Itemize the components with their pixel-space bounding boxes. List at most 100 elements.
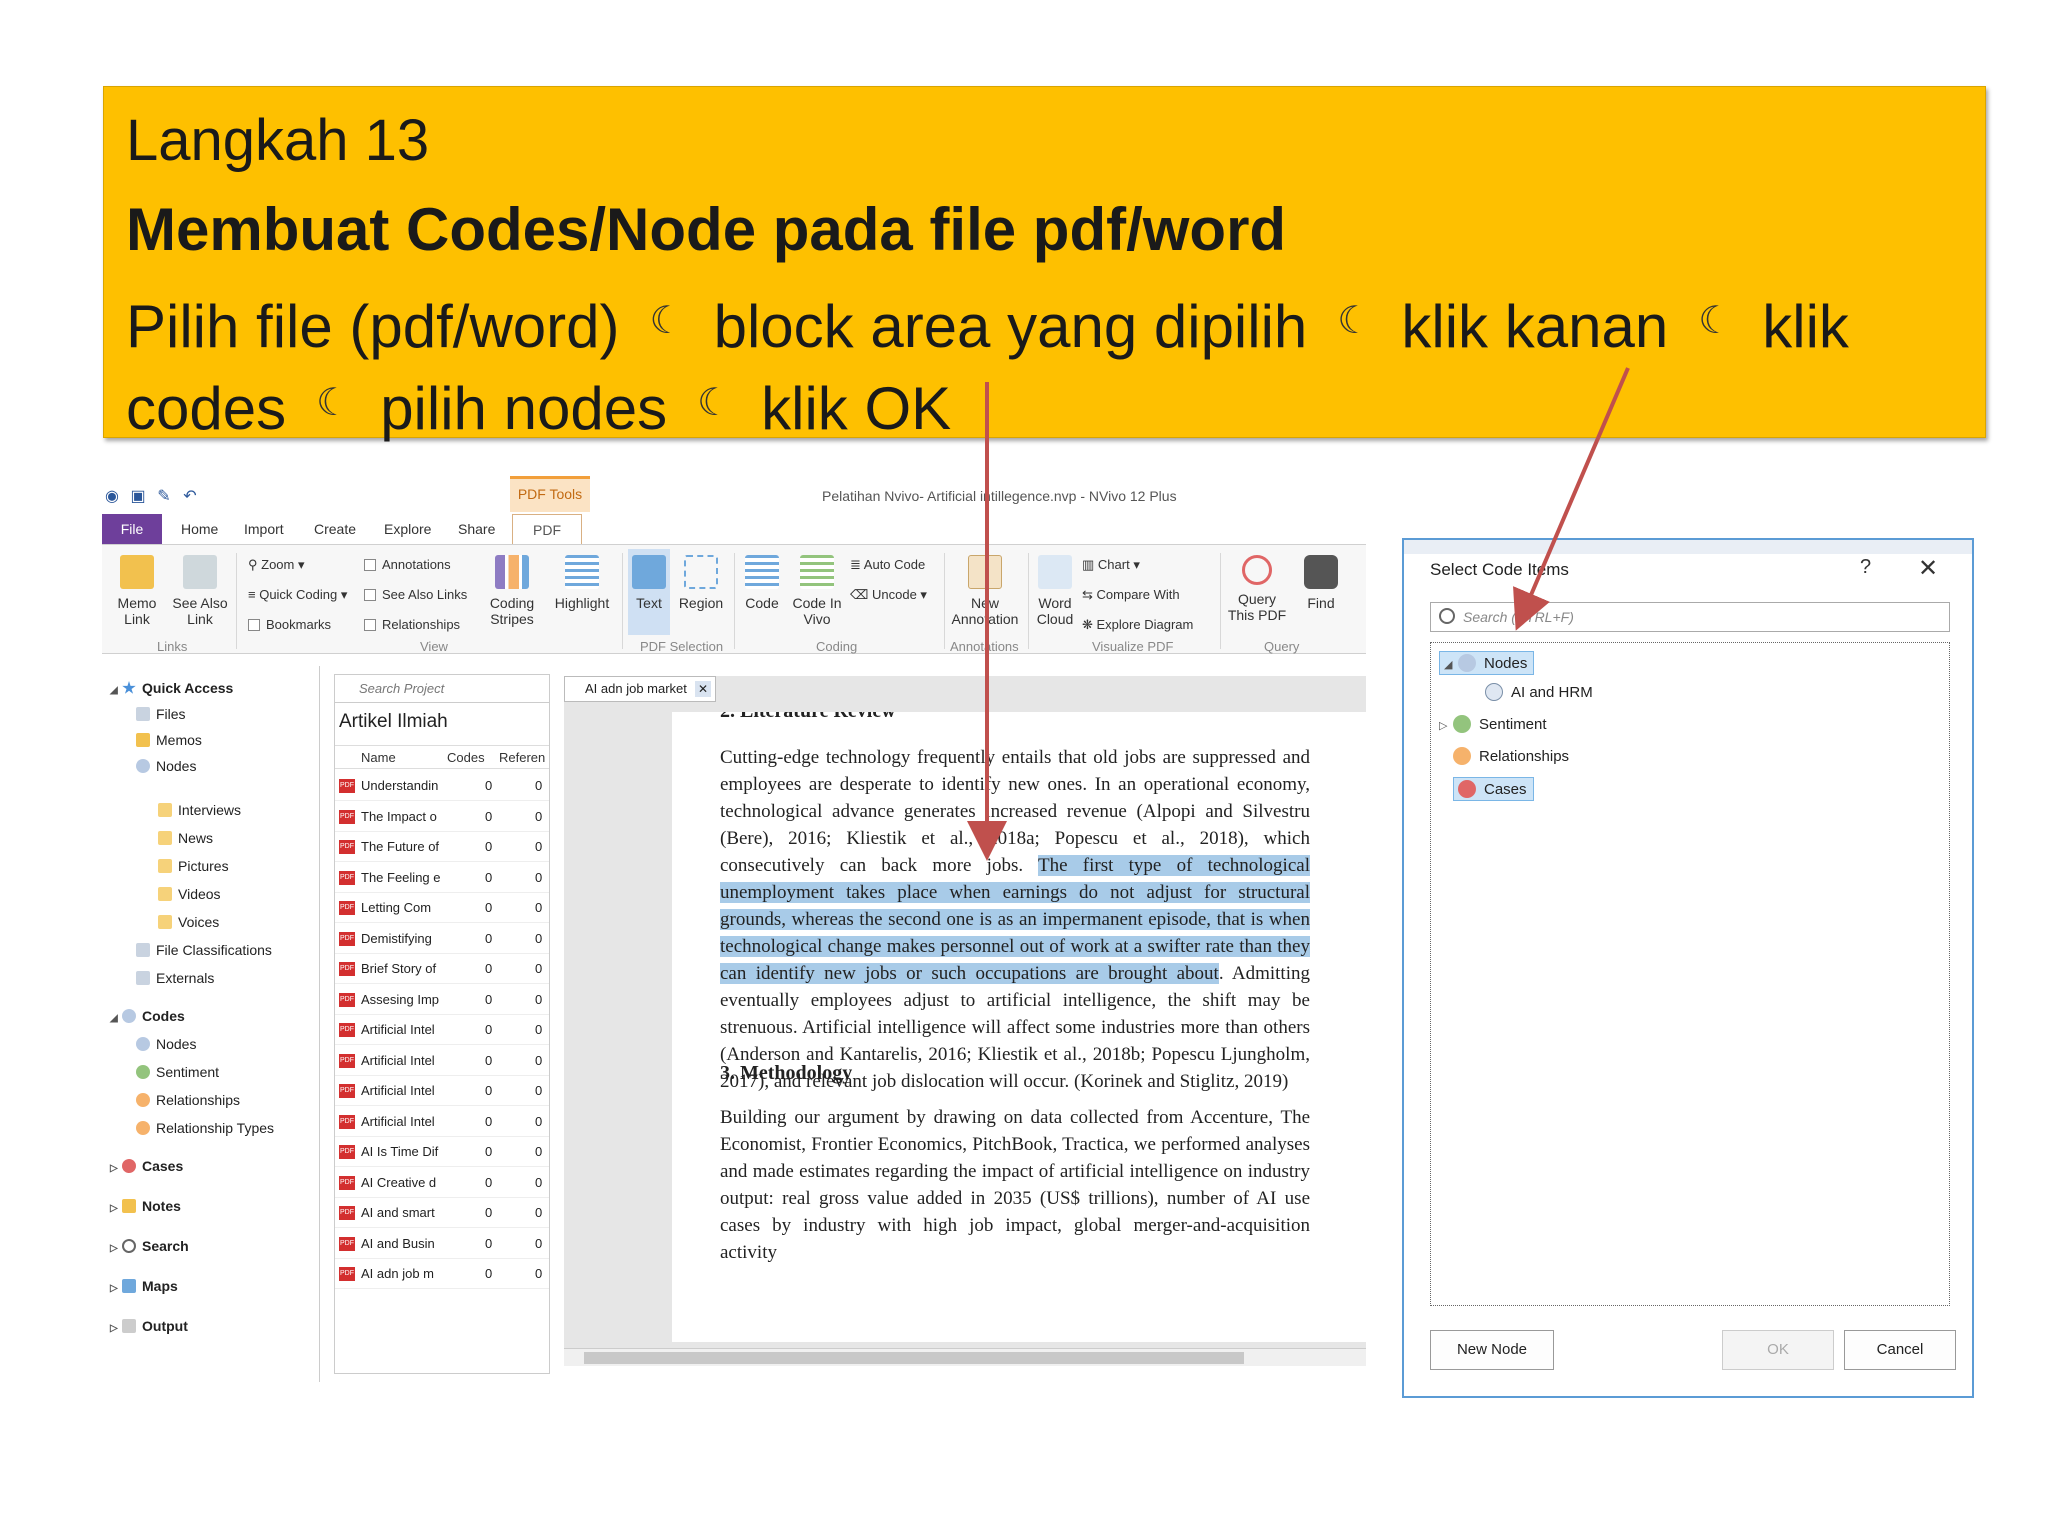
new-node-button[interactable]: New Node — [1430, 1330, 1554, 1370]
compare-with-button[interactable]: ⇆ Compare With — [1082, 587, 1180, 603]
tree-node-cases[interactable]: Cases — [1453, 777, 1534, 801]
nav-externals[interactable]: Externals — [136, 970, 214, 986]
zoom-button[interactable]: ⚲ Zoom ▾ — [248, 557, 305, 573]
file-row[interactable]: PDF Artificial Intel 0 0 — [335, 1076, 549, 1106]
see-also-link-button[interactable]: See Also Link — [172, 555, 228, 627]
nav-files[interactable]: Files — [136, 706, 186, 722]
file-row[interactable]: PDF Letting Com 0 0 — [335, 893, 549, 923]
cancel-button[interactable]: Cancel — [1844, 1330, 1956, 1370]
uncode-button[interactable]: ⌫ Uncode ▾ — [850, 587, 927, 603]
undo-icon[interactable]: ↶ — [180, 486, 200, 506]
tab-explore[interactable]: Explore — [380, 514, 435, 544]
close-button[interactable]: ✕ — [1918, 554, 1938, 583]
paragraph-literature[interactable]: Cutting-edge technology frequently entai… — [720, 744, 1310, 1095]
nav-folder-news[interactable]: News — [158, 830, 213, 846]
separator-icon: ☾ — [697, 382, 732, 424]
file-row[interactable]: PDF AI and smart 0 0 — [335, 1198, 549, 1228]
nav-notes[interactable]: ▷ Notes — [110, 1198, 181, 1214]
relationships-checkbox[interactable] — [364, 619, 376, 631]
explore-diagram-button[interactable]: ❋ Explore Diagram — [1082, 617, 1193, 633]
search-project-input[interactable]: Search Project — [335, 675, 549, 703]
nav-maps[interactable]: ▷ Maps — [110, 1278, 178, 1294]
save-icon[interactable]: ▣ — [128, 486, 148, 506]
close-tab-icon[interactable]: ✕ — [695, 681, 711, 697]
region-select-button[interactable]: Region — [676, 555, 726, 611]
column-references[interactable]: Referen — [499, 750, 545, 765]
nav-folder-videos[interactable]: Videos — [158, 886, 221, 902]
nav-folder-voices[interactable]: Voices — [158, 914, 219, 930]
file-row[interactable]: PDF AI Creative d 0 0 — [335, 1168, 549, 1198]
file-row[interactable]: PDF AI Is Time Dif 0 0 — [335, 1137, 549, 1167]
ok-button[interactable]: OK — [1722, 1330, 1834, 1370]
column-name[interactable]: Name — [361, 750, 396, 765]
tree-node-nodes[interactable]: ◢ Nodes — [1439, 651, 1535, 675]
query-this-pdf-button[interactable]: Query This PDF — [1226, 555, 1288, 623]
nav-folder-interviews[interactable]: Interviews — [158, 802, 241, 818]
word-cloud-button[interactable]: Word Cloud — [1034, 555, 1076, 627]
file-row[interactable]: PDF The Future of 0 0 — [335, 832, 549, 862]
nav-folder-pictures[interactable]: Pictures — [158, 858, 229, 874]
file-row[interactable]: PDF The Feeling e 0 0 — [335, 863, 549, 893]
auto-code-button[interactable]: ≣ Auto Code — [850, 557, 925, 573]
annotations-checkbox[interactable] — [364, 559, 376, 571]
tab-share[interactable]: Share — [454, 514, 499, 544]
file-row[interactable]: PDF Brief Story of 0 0 — [335, 954, 549, 984]
file-row[interactable]: PDF AI adn job m 0 0 — [335, 1259, 549, 1289]
nav-codes-nodes[interactable]: Nodes — [136, 1036, 196, 1052]
nav-codes[interactable]: ◢ Codes — [110, 1008, 185, 1024]
document-tab[interactable]: AI adn job market ✕ — [564, 676, 716, 702]
tab-file[interactable]: File — [102, 514, 162, 544]
column-codes[interactable]: Codes — [447, 750, 485, 765]
background-document-edge — [1952, 698, 1972, 1318]
bookmarks-checkbox[interactable] — [248, 619, 260, 631]
file-row[interactable]: PDF Understandin 0 0 — [335, 771, 549, 801]
tab-pdf[interactable]: PDF — [512, 514, 582, 544]
help-button[interactable]: ? — [1860, 556, 1871, 579]
chart-button[interactable]: ▥ Chart ▾ — [1082, 557, 1140, 573]
tab-import[interactable]: Import — [240, 514, 288, 544]
dialog-search-input[interactable]: Search (CTRL+F) — [1430, 602, 1950, 632]
file-row[interactable]: PDF Artificial Intel 0 0 — [335, 1107, 549, 1137]
nav-relationships[interactable]: Relationships — [136, 1092, 240, 1108]
nav-sentiment[interactable]: Sentiment — [136, 1064, 219, 1080]
file-row[interactable]: PDF AI and Busin 0 0 — [335, 1229, 549, 1259]
memo-link-button[interactable]: Memo Link — [112, 555, 162, 627]
find-button[interactable]: Find — [1298, 555, 1344, 611]
see-also-links-toggle[interactable]: See Also Links — [364, 587, 467, 602]
edit-icon[interactable]: ✎ — [154, 486, 174, 506]
nav-nodes[interactable]: Nodes — [136, 758, 196, 774]
tree-node-relationships[interactable]: Relationships — [1453, 747, 1569, 765]
code-button[interactable]: Code — [742, 555, 782, 611]
tab-create[interactable]: Create — [310, 514, 360, 544]
relationships-icon — [136, 1093, 150, 1107]
annotations-toggle[interactable]: Annotations — [364, 557, 451, 572]
paragraph-methodology[interactable]: Building our argument by drawing on data… — [720, 1104, 1310, 1266]
file-row[interactable]: PDF Artificial Intel 0 0 — [335, 1015, 549, 1045]
nav-search[interactable]: ▷ Search — [110, 1238, 189, 1254]
nav-quick-access[interactable]: ◢ Quick Access — [110, 680, 233, 696]
nav-memos[interactable]: Memos — [136, 732, 202, 748]
file-row[interactable]: PDF The Impact o 0 0 — [335, 802, 549, 832]
nav-relationship-types[interactable]: Relationship Types — [136, 1120, 274, 1136]
tab-home[interactable]: Home — [177, 514, 222, 544]
tree-node-ai-and-hrm[interactable]: AI and HRM — [1485, 683, 1593, 701]
coding-stripes-button[interactable]: Coding Stripes — [482, 555, 542, 627]
quick-coding-button[interactable]: ≡ Quick Coding ▾ — [248, 587, 347, 603]
nav-output[interactable]: ▷ Output — [110, 1318, 188, 1334]
tree-node-sentiment[interactable]: ▷ Sentiment — [1439, 715, 1547, 733]
relationships-toggle[interactable]: Relationships — [364, 617, 460, 632]
highlight-button[interactable]: Highlight — [552, 555, 612, 611]
file-row[interactable]: PDF Artificial Intel 0 0 — [335, 1046, 549, 1076]
bookmarks-toggle[interactable]: Bookmarks — [248, 617, 331, 632]
text-select-button[interactable]: Text — [628, 549, 670, 635]
horizontal-scrollbar[interactable] — [564, 1348, 1366, 1366]
file-row[interactable]: PDF Assesing Imp 0 0 — [335, 985, 549, 1015]
see-also-links-checkbox[interactable] — [364, 589, 376, 601]
nav-file-classifications[interactable]: File Classifications — [136, 942, 272, 958]
file-row[interactable]: PDF Demistifying 0 0 — [335, 924, 549, 954]
code-in-vivo-button[interactable]: Code In Vivo — [792, 555, 842, 627]
nav-cases[interactable]: ▷ Cases — [110, 1158, 183, 1174]
scroll-thumb[interactable] — [584, 1352, 1244, 1364]
new-annotation-button[interactable]: New Annotation — [950, 555, 1020, 627]
search-icon — [122, 1239, 136, 1253]
